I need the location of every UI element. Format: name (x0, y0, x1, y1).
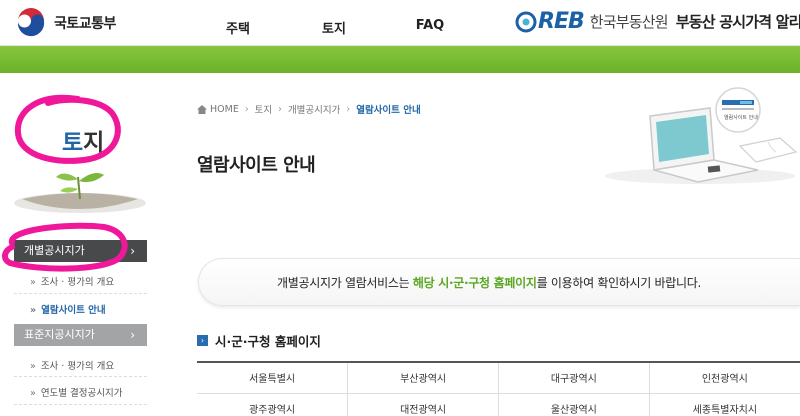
region-daejeon[interactable]: 대전광역시 (347, 393, 499, 416)
sidebar-title-rest: 지 (83, 130, 105, 156)
nav-housing[interactable]: 주택 (190, 18, 286, 37)
notice-post: 를 이용하여 확인하시기 바랍니다. (536, 276, 702, 290)
region-daegu[interactable]: 대구광역시 (498, 362, 650, 394)
main-nav: 주택 토지 FAQ (190, 18, 478, 37)
site-header: 국토교통부 주택 토지 FAQ REB 한국부동산원 부동산 공시가격 알리 (0, 0, 800, 46)
chevron-right-icon: › (130, 328, 135, 342)
taegeuk-emblem-icon (16, 8, 46, 38)
section-header: › 시·군·구청 홈페이지 (197, 331, 321, 350)
reb-mark-icon (515, 11, 537, 32)
laptop-illustration-icon: 열람사이트 안내 (605, 87, 798, 184)
region-gwangju[interactable]: 광주광역시 (197, 393, 349, 416)
sidebar-sub-yearly-prices[interactable]: 연도별 결정공시지가 (30, 385, 123, 399)
sidebar-menu-label: 표준지공시지가 (24, 328, 95, 341)
reb-logo[interactable]: REB 한국부동산원 부동산 공시가격 알리 (515, 9, 800, 34)
breadcrumb-separator: › (278, 103, 282, 115)
breadcrumb-individual-price[interactable]: 개별공시지가 (288, 102, 340, 116)
region-ulsan[interactable]: 울산광역시 (498, 393, 650, 416)
sprout-illustration-icon (14, 173, 146, 213)
page-title: 열람사이트 안내 (197, 155, 316, 176)
table-row: 광주광역시 대전광역시 울산광역시 세종특별자치시 (197, 393, 800, 416)
notice-box: 개별공시지가 열람서비스는 해당 시·군·구청 홈페이지를 이용하여 확인하시기… (198, 258, 800, 306)
table-row: 서울특별시 부산광역시 대구광역시 인천광역시 (197, 362, 800, 394)
nav-faq[interactable]: FAQ (382, 18, 478, 37)
sidebar-sub-viewing-sites[interactable]: 열람사이트 안내 (30, 302, 106, 316)
notice-highlight: 해당 시·군·구청 홈페이지 (412, 276, 537, 290)
region-table: 서울특별시 부산광역시 대구광역시 인천광역시 광주광역시 대전광역시 울산광역… (197, 361, 800, 416)
sidebar-menu-individual-land-price[interactable]: 개별공시지가 › (14, 240, 147, 262)
chevron-right-icon: › (130, 244, 135, 258)
sidebar-menu-standard-land-price[interactable]: 표준지공시지가 › (14, 324, 147, 346)
gov-logo[interactable]: 국토교통부 (14, 6, 116, 40)
sidebar-title: 토지 (62, 123, 104, 157)
illustration-screen-label: 열람사이트 안내 (724, 114, 758, 121)
reb-slogan: 부동산 공시가격 알리 (675, 13, 800, 31)
breadcrumb-separator: › (346, 103, 351, 115)
breadcrumb-land[interactable]: 토지 (255, 102, 272, 116)
section-title: 시·군·구청 홈페이지 (215, 334, 321, 349)
sidebar-title-first: 토 (62, 130, 84, 156)
region-sejong[interactable]: 세종특별자치시 (649, 393, 800, 416)
breadcrumb-home[interactable]: HOME (210, 104, 239, 115)
home-icon (197, 104, 207, 114)
notice-pre: 개별공시지가 열람서비스는 (277, 276, 413, 290)
arrow-box-icon: › (197, 335, 208, 346)
nav-land[interactable]: 토지 (286, 18, 382, 37)
sidebar-sub-standard-overview[interactable]: 조사 · 평가의 개요 (30, 358, 114, 372)
sidebar: 토지 개별공시지가 › 조사 · 평가의 개요 열람사이트 안내 표준지공시지가… (0, 73, 160, 416)
reb-org-name: 한국부동산원 (589, 13, 669, 31)
sidebar-divider (14, 404, 147, 405)
gov-name: 국토교통부 (54, 16, 116, 32)
breadcrumb-separator: › (244, 103, 249, 115)
sidebar-sub-survey-overview[interactable]: 조사 · 평가의 개요 (30, 274, 114, 288)
breadcrumb-current: 열람사이트 안내 (356, 105, 421, 116)
green-banner-bar (0, 46, 800, 73)
region-busan[interactable]: 부산광역시 (347, 362, 499, 394)
sidebar-menu-label: 개별공시지가 (24, 244, 85, 257)
breadcrumb: HOME › 토지 › 개별공시지가 › 열람사이트 안내 (197, 102, 421, 116)
sidebar-divider (14, 293, 147, 294)
reb-wordmark: REB (538, 9, 585, 34)
region-incheon[interactable]: 인천광역시 (649, 362, 800, 394)
sidebar-divider (14, 376, 147, 377)
notice-text: 개별공시지가 열람서비스는 해당 시·군·구청 홈페이지를 이용하여 확인하시기… (277, 274, 701, 291)
region-seoul[interactable]: 서울특별시 (197, 362, 349, 394)
